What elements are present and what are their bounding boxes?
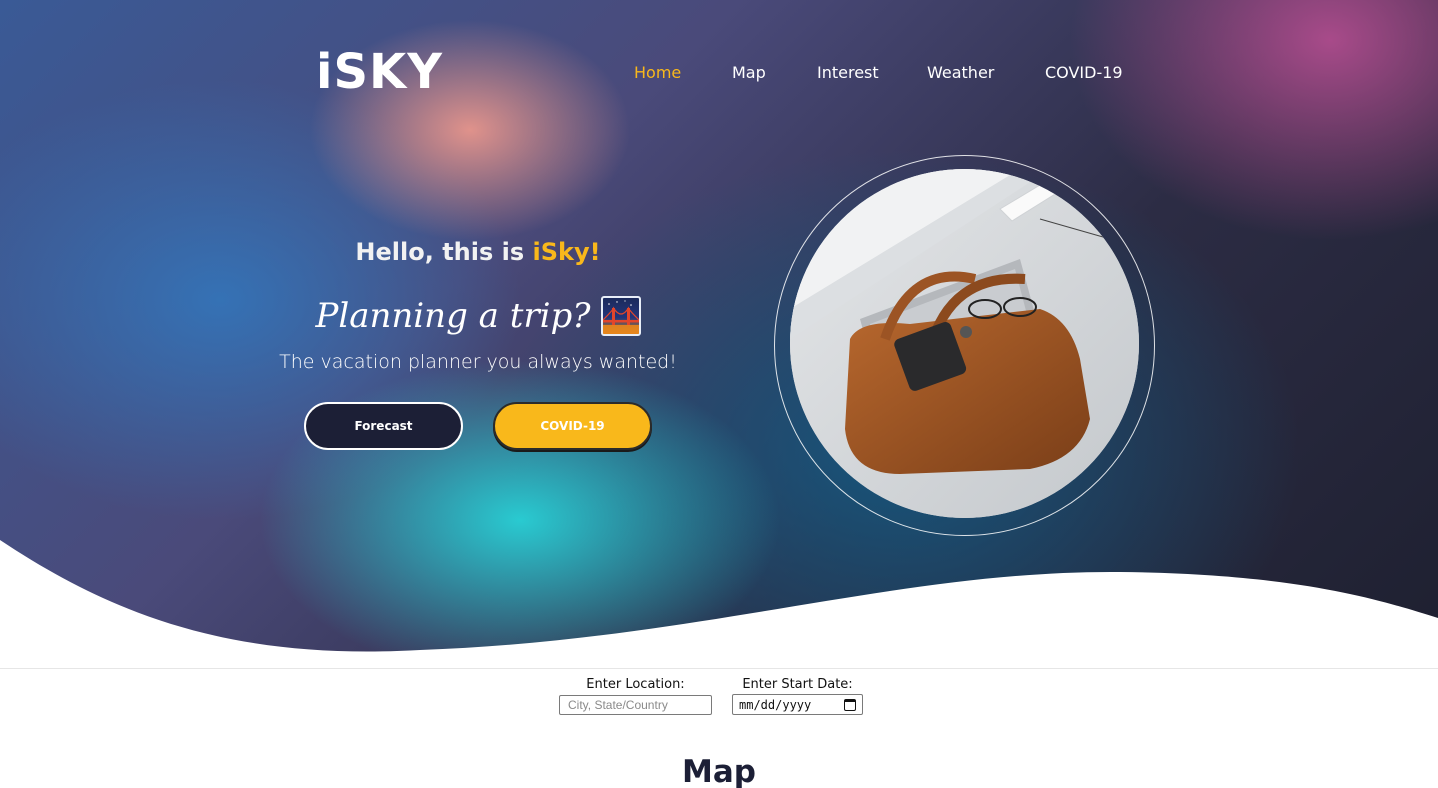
greeting-prefix: Hello, this is	[355, 238, 533, 266]
start-date-placeholder: mm/dd/yyyy	[739, 697, 812, 712]
section-divider	[0, 668, 1438, 669]
hero-tagline: Planning a trip?	[280, 290, 676, 342]
nav-weather[interactable]: Weather	[927, 63, 994, 82]
calendar-icon[interactable]	[844, 698, 856, 711]
start-date-group: Enter Start Date: mm/dd/yyyy	[732, 677, 863, 715]
tagline-text: Planning a trip?	[315, 296, 591, 336]
hero-section: iSKY Home Map Interest Weather COVID-19 …	[0, 0, 1438, 668]
hero-subtitle: The vacation planner you always wanted!	[279, 351, 677, 373]
covid-button[interactable]: COVID-19	[493, 402, 652, 450]
hero-greeting: Hello, this is iSky!	[280, 238, 676, 266]
travel-bag-photo	[790, 169, 1139, 518]
location-group: Enter Location:	[559, 677, 712, 715]
main-nav: Home Map Interest Weather COVID-19	[0, 63, 1438, 87]
nav-map[interactable]: Map	[732, 63, 766, 82]
map-section-title: Map	[682, 754, 756, 788]
hero-wave-divider	[0, 540, 1438, 668]
nav-home[interactable]: Home	[634, 63, 681, 82]
forecast-button[interactable]: Forecast	[304, 402, 463, 450]
nav-interest[interactable]: Interest	[817, 63, 879, 82]
location-input[interactable]	[559, 695, 712, 715]
start-date-input[interactable]: mm/dd/yyyy	[732, 694, 863, 715]
nav-covid[interactable]: COVID-19	[1045, 63, 1123, 82]
greeting-name: iSky!	[532, 238, 601, 266]
bridge-at-night-icon	[600, 296, 641, 336]
location-label: Enter Location:	[586, 677, 685, 692]
start-date-label: Enter Start Date:	[742, 677, 853, 692]
